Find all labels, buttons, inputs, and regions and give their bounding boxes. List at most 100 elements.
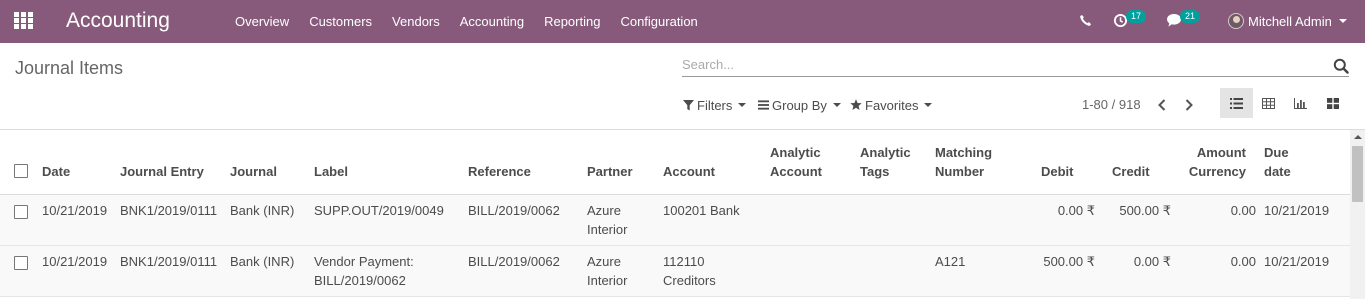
cell-due-date: 10/21/2019 xyxy=(1264,254,1330,269)
activity-badge: 17 xyxy=(1126,10,1147,23)
cell-account-line2: Creditors xyxy=(663,273,716,288)
graph-view-icon xyxy=(1294,97,1307,109)
filters-label: Filters xyxy=(697,97,733,113)
avatar xyxy=(1228,13,1244,29)
table-row[interactable]: 10/21/2019 BNK1/2019/0111 Bank (INR) SUP… xyxy=(0,195,1350,246)
search-icon[interactable] xyxy=(1333,58,1349,74)
column-analytic-tags[interactable]: Analytic Tags xyxy=(860,143,911,181)
column-partner[interactable]: Partner xyxy=(587,162,633,181)
column-due-date-line2: date xyxy=(1264,164,1291,179)
column-analytic-account-line1: Analytic xyxy=(770,145,821,160)
list-view-icon xyxy=(1230,97,1243,109)
pager-value[interactable]: 1-80 / 918 xyxy=(1082,96,1141,114)
menu-item-accounting[interactable]: Accounting xyxy=(460,0,524,43)
cell-journal-entry: BNK1/2019/0111 xyxy=(120,254,218,269)
table-row[interactable]: 10/21/2019 BNK1/2019/0111 Bank (INR) Ven… xyxy=(0,246,1350,297)
column-analytic-tags-line1: Analytic xyxy=(860,145,911,160)
cell-credit: 500.00 ₹ xyxy=(1119,203,1171,218)
vertical-scrollbar[interactable] xyxy=(1350,130,1365,299)
menu-item-configuration[interactable]: Configuration xyxy=(620,0,697,43)
journal-items-table: Date Journal Entry Journal Label Referen… xyxy=(0,130,1350,299)
filter-icon xyxy=(683,99,694,111)
column-credit[interactable]: Credit xyxy=(1112,162,1150,181)
row-checkbox[interactable] xyxy=(14,205,28,219)
group-by-label: Group By xyxy=(772,97,827,113)
cell-partner-line1: Azure xyxy=(587,254,621,269)
column-debit[interactable]: Debit xyxy=(1041,162,1074,181)
favorites-dropdown[interactable]: Favorites xyxy=(850,96,933,114)
list-view-button[interactable] xyxy=(1220,88,1253,118)
scroll-up-arrow-icon[interactable] xyxy=(1354,135,1362,139)
menu-item-customers[interactable]: Customers xyxy=(309,0,372,43)
cell-label-line2: BILL/2019/0062 xyxy=(314,273,406,288)
star-icon xyxy=(850,99,862,110)
search-bar xyxy=(682,53,1349,77)
caret-down-icon xyxy=(1338,19,1347,23)
column-matching-number-line1: Matching xyxy=(935,145,993,160)
menu-item-vendors[interactable]: Vendors xyxy=(392,0,440,43)
cell-reference: BILL/2019/0062 xyxy=(468,254,560,269)
graph-view-button[interactable] xyxy=(1284,88,1317,118)
cell-label-line1: SUPP.OUT/2019/0049 xyxy=(314,203,444,218)
scrollbar-thumb[interactable] xyxy=(1352,146,1363,202)
column-journal[interactable]: Journal xyxy=(230,162,277,181)
cell-partner-line1: Azure xyxy=(587,203,621,218)
group-by-dropdown[interactable]: Group By xyxy=(758,96,841,114)
app-title[interactable]: Accounting xyxy=(66,7,170,35)
column-account[interactable]: Account xyxy=(663,162,715,181)
cell-reference: BILL/2019/0062 xyxy=(468,203,560,218)
column-date[interactable]: Date xyxy=(42,162,70,181)
cell-matching-number: A121 xyxy=(935,254,966,269)
caret-down-icon xyxy=(832,103,841,107)
column-reference[interactable]: Reference xyxy=(468,162,531,181)
cell-journal: Bank (INR) xyxy=(230,254,295,269)
column-analytic-account[interactable]: Analytic Account xyxy=(770,143,822,181)
bars-icon xyxy=(758,100,769,110)
cell-label-line1: Vendor Payment: xyxy=(314,254,414,269)
menu-item-overview[interactable]: Overview xyxy=(235,0,289,43)
pager-previous-button[interactable] xyxy=(1154,96,1170,114)
phone-icon[interactable] xyxy=(1079,14,1092,27)
column-due-date[interactable]: Due date xyxy=(1264,143,1291,181)
filters-dropdown[interactable]: Filters xyxy=(683,96,747,114)
table-header: Date Journal Entry Journal Label Referen… xyxy=(0,130,1350,195)
cell-account-line1: 112110 xyxy=(663,254,705,269)
apps-menu-icon[interactable] xyxy=(14,12,34,30)
pager-next-button[interactable] xyxy=(1181,96,1197,114)
select-all-checkbox[interactable] xyxy=(14,164,28,178)
cell-partner: Azure Interior xyxy=(587,252,627,290)
kanban-view-icon xyxy=(1326,97,1339,109)
cell-account-line1: 100201 Bank xyxy=(663,203,740,218)
user-menu[interactable]: Mitchell Admin xyxy=(1228,11,1347,31)
column-journal-entry[interactable]: Journal Entry xyxy=(120,162,204,181)
column-matching-number[interactable]: Matching Number xyxy=(935,143,992,181)
caret-down-icon xyxy=(738,103,747,107)
column-label[interactable]: Label xyxy=(314,162,348,181)
cell-label: SUPP.OUT/2019/0049 xyxy=(314,201,444,220)
kanban-view-button[interactable] xyxy=(1316,88,1349,118)
column-matching-number-line2: Number xyxy=(935,164,985,179)
cell-account: 100201 Bank xyxy=(663,201,740,220)
column-analytic-tags-line2: Tags xyxy=(860,164,890,179)
user-name: Mitchell Admin xyxy=(1248,13,1332,29)
cell-credit: 0.00 ₹ xyxy=(1133,254,1171,269)
cell-journal: Bank (INR) xyxy=(230,203,295,218)
cell-partner: Azure Interior xyxy=(587,201,627,239)
messages-badge: 21 xyxy=(1180,10,1201,23)
menu-item-reporting[interactable]: Reporting xyxy=(544,0,600,43)
pivot-view-button[interactable] xyxy=(1252,88,1285,118)
cell-amount-currency: 0.00 xyxy=(1230,254,1256,269)
page-title: Journal Items xyxy=(15,58,124,78)
cell-amount-currency: 0.00 xyxy=(1230,203,1256,218)
column-due-date-line1: Due xyxy=(1264,145,1289,160)
pivot-view-icon xyxy=(1262,97,1275,109)
column-amount-currency[interactable]: Amount Currency xyxy=(1176,143,1246,181)
cell-date: 10/21/2019 xyxy=(42,254,108,269)
search-input[interactable] xyxy=(682,53,1312,75)
main-menu: Overview Customers Vendors Accounting Re… xyxy=(235,0,718,43)
top-navbar: Accounting Overview Customers Vendors Ac… xyxy=(0,0,1365,43)
cell-debit: 500.00 ₹ xyxy=(1043,254,1095,269)
row-checkbox[interactable] xyxy=(14,256,28,270)
cell-journal-entry: BNK1/2019/0111 xyxy=(120,203,218,218)
column-amount-currency-line2: Currency xyxy=(1188,164,1246,179)
